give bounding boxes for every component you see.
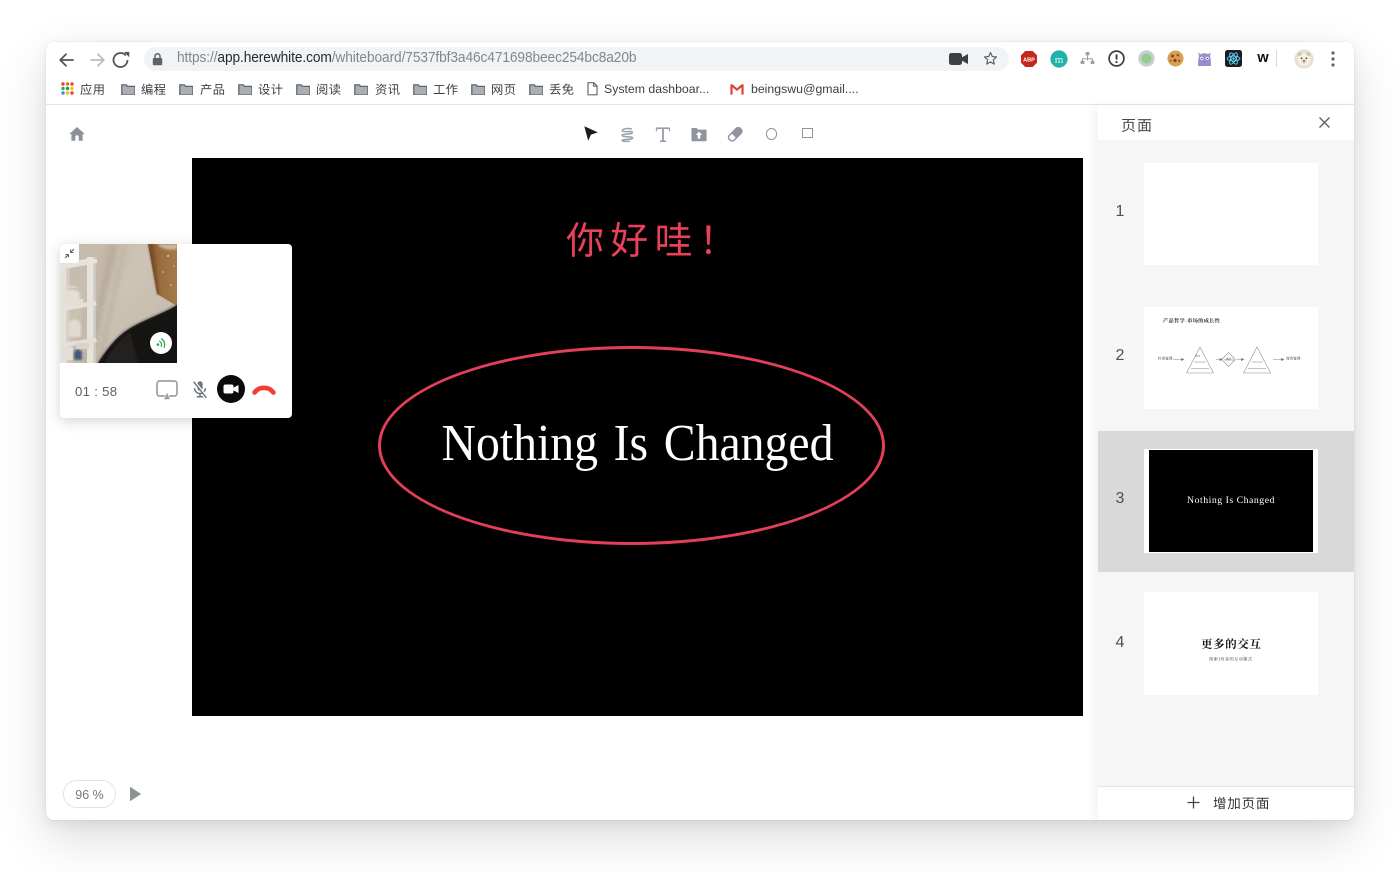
svg-text:m: m (1055, 54, 1064, 66)
svg-text:ABP: ABP (1023, 58, 1035, 64)
